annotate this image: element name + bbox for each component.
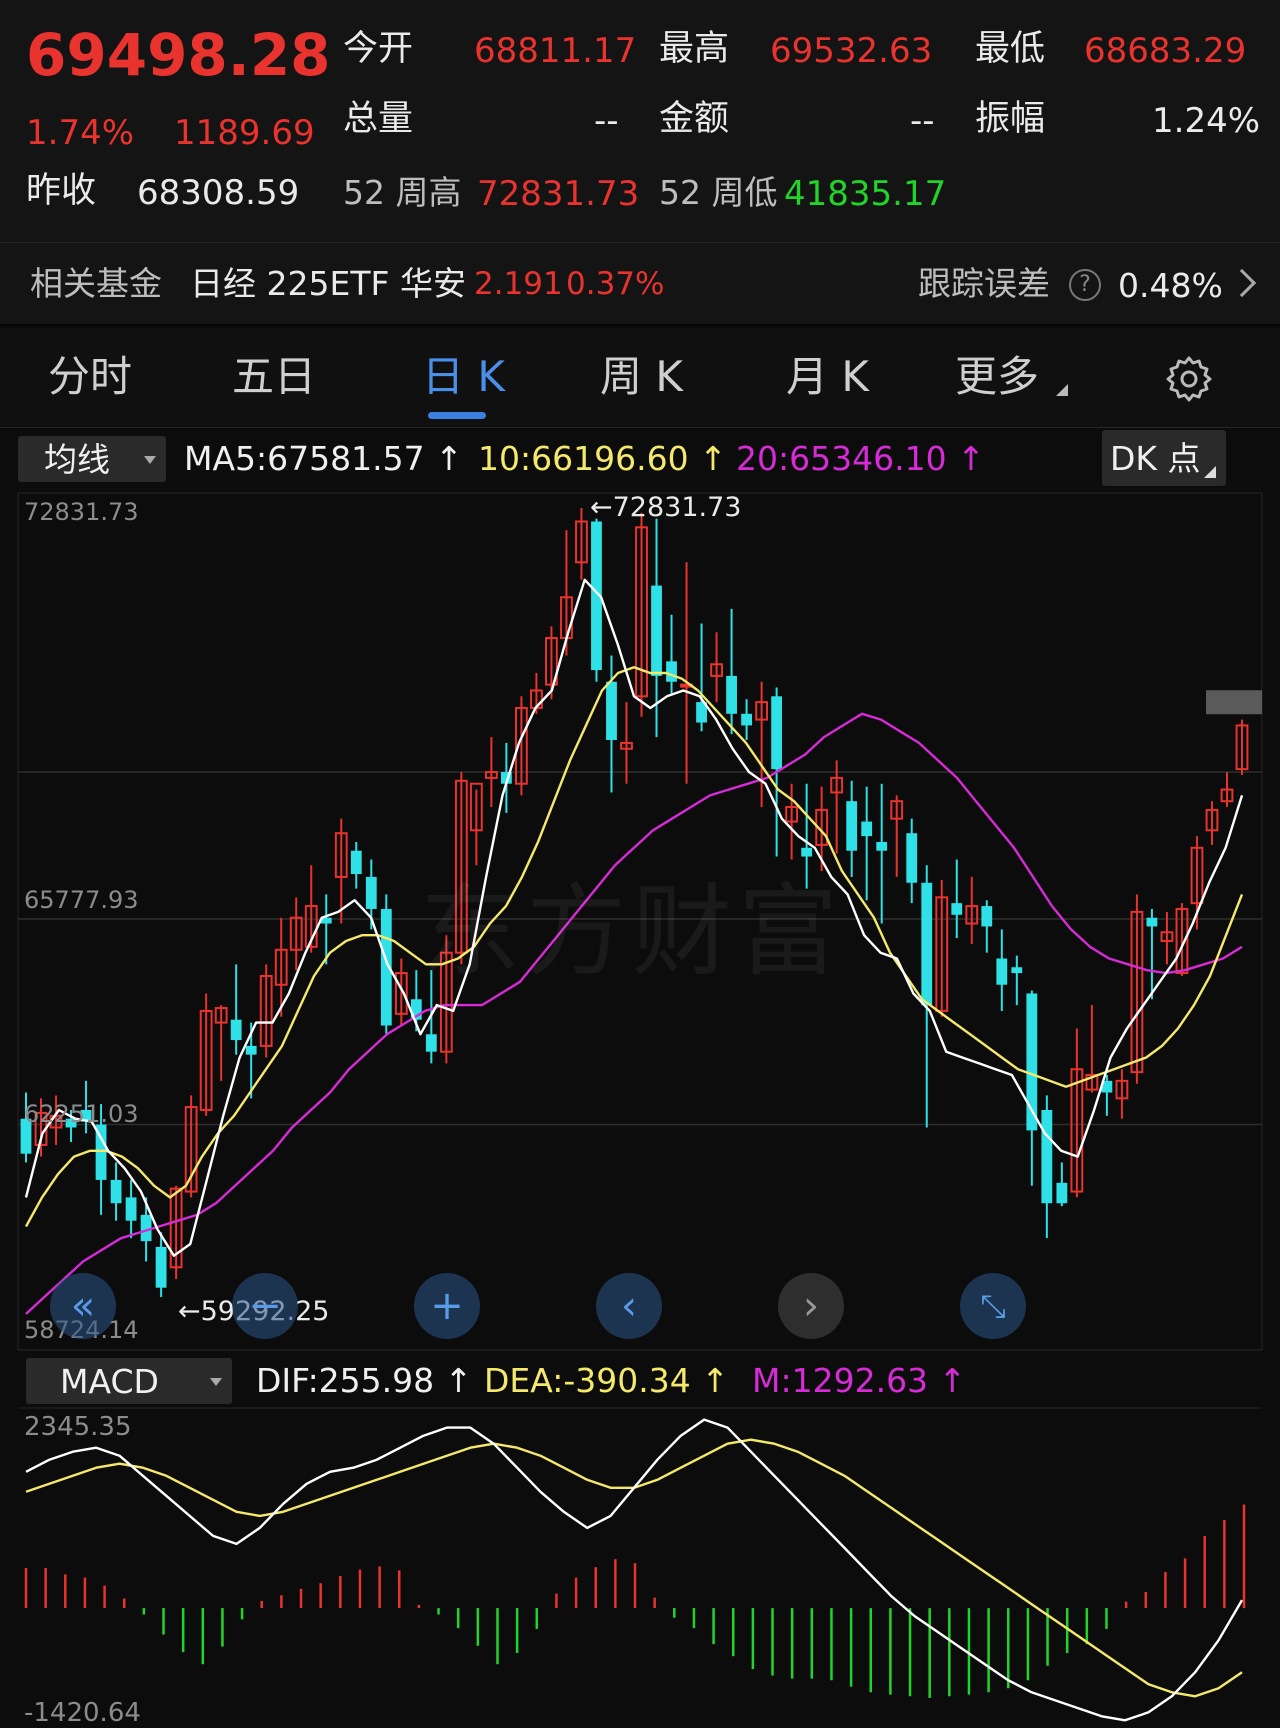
- chevron-right-icon[interactable]: ›: [778, 1273, 844, 1339]
- candle-body: [606, 681, 617, 741]
- candle-body: [651, 585, 662, 676]
- macd-selector-label: MACD: [60, 1362, 159, 1401]
- candle-body: [771, 696, 783, 770]
- arrow-up-icon: ↑: [690, 1361, 729, 1400]
- candle-body: [666, 661, 677, 682]
- candle-body: [365, 876, 377, 909]
- candle-body: [741, 713, 752, 726]
- candle-body: [350, 850, 362, 875]
- caret-down-icon: [210, 1378, 222, 1386]
- candle-body: [425, 1034, 437, 1052]
- candle-body: [861, 821, 873, 837]
- dea-legend: DEA:-390.34 ↑: [484, 1364, 729, 1397]
- candle-body: [125, 1197, 137, 1221]
- candle-body: [245, 1045, 257, 1055]
- y-axis-label-max: 72831.73: [24, 498, 139, 526]
- candle-body: [951, 903, 963, 915]
- arrow-left-icon: ←: [590, 492, 613, 523]
- candle-body: [140, 1214, 152, 1242]
- candle-body: [981, 906, 993, 927]
- candle-body: [846, 801, 858, 851]
- candle-body: [906, 833, 918, 883]
- candle-body: [1056, 1182, 1068, 1204]
- zoom-out-icon[interactable]: −: [232, 1273, 298, 1339]
- macd-axis-min: -1420.64: [24, 1698, 141, 1728]
- candle-body: [921, 882, 933, 1006]
- y-axis-label-mid: 65777.93: [24, 886, 139, 914]
- indicator-selector-macd[interactable]: MACD: [26, 1358, 232, 1404]
- candle-body: [996, 958, 1008, 985]
- macd-axis-max: 2345.35: [24, 1412, 132, 1442]
- chevron-left-icon[interactable]: ‹: [596, 1273, 662, 1339]
- last-price-marker: [1206, 690, 1262, 715]
- m-legend: M:1292.63 ↑: [752, 1364, 966, 1397]
- arrow-up-icon: ↑: [434, 1361, 473, 1400]
- candle-body: [1146, 917, 1158, 927]
- candle-body: [1011, 967, 1023, 974]
- dif-legend: DIF:255.98 ↑: [256, 1364, 472, 1397]
- y-axis-label-low: 62251.03: [24, 1100, 139, 1128]
- max-price-marker: ←72831.73: [590, 494, 741, 521]
- m-value: M:1292.63: [752, 1361, 929, 1400]
- max-price-value: 72831.73: [612, 492, 742, 523]
- arrow-up-icon: ↑: [928, 1361, 967, 1400]
- arrow-left-icon: ←: [178, 1296, 201, 1327]
- rewind-icon[interactable]: «: [50, 1273, 116, 1339]
- candle-body: [110, 1179, 122, 1204]
- candle-body: [155, 1246, 167, 1288]
- dea-value: DEA:-390.34: [484, 1361, 691, 1400]
- zoom-in-icon[interactable]: +: [414, 1273, 480, 1339]
- candle-body: [726, 675, 737, 714]
- candle-body: [230, 1019, 242, 1041]
- ma20-line: [25, 712, 1243, 1315]
- watermark-logo: 东方财富: [420, 873, 844, 990]
- fullscreen-icon[interactable]: ⤡: [960, 1273, 1026, 1339]
- dif-value: DIF:255.98: [256, 1361, 435, 1400]
- candle-body: [876, 841, 888, 851]
- candle-body: [1041, 1109, 1053, 1204]
